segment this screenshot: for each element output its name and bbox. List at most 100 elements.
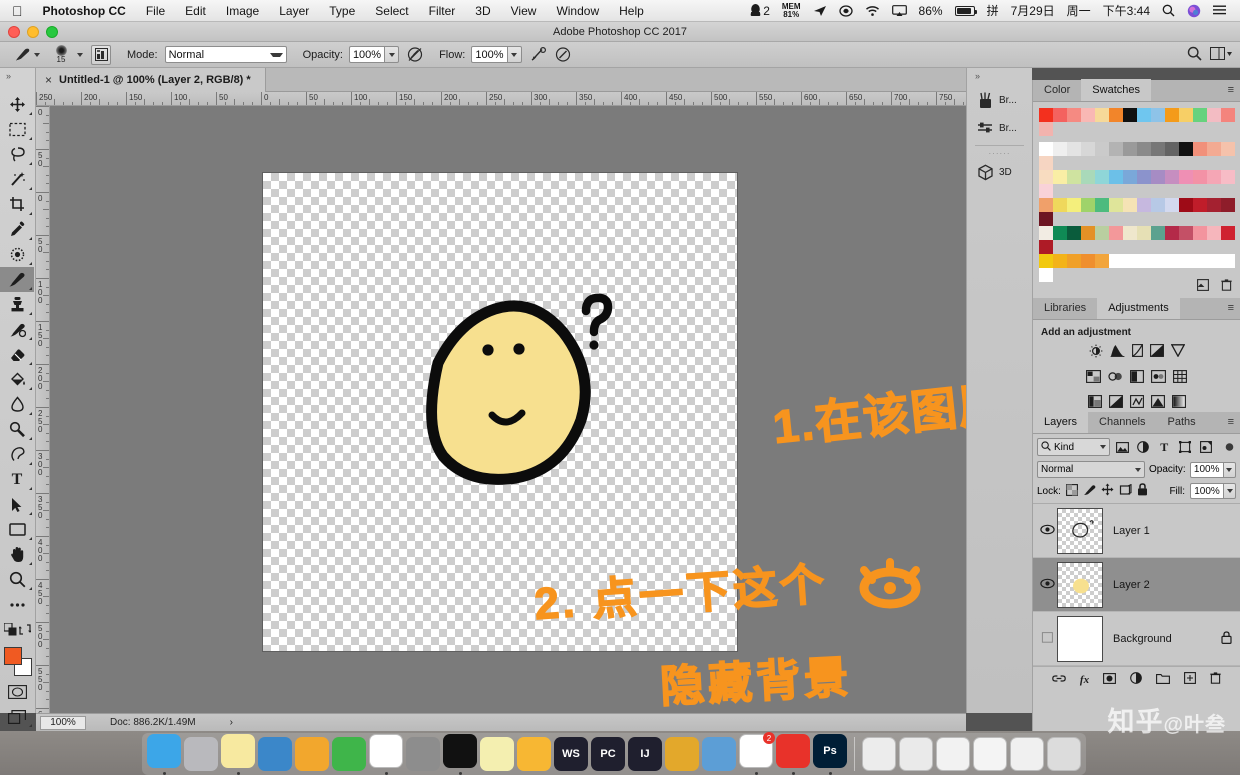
color-swatch[interactable] — [1165, 170, 1179, 184]
brush-settings-icon[interactable] — [91, 44, 111, 65]
new-fill-adjustment-icon[interactable] — [1130, 672, 1142, 687]
menu-edit[interactable]: Edit — [175, 0, 216, 22]
document-tab[interactable]: × Untitled-1 @ 100% (Layer 2, RGB/8) * — [36, 68, 266, 92]
shape-layers-filter-icon[interactable] — [1177, 438, 1194, 456]
tab-libraries[interactable]: Libraries — [1033, 297, 1097, 319]
color-swatch[interactable] — [1165, 142, 1179, 156]
siri-icon[interactable] — [1181, 4, 1207, 18]
layer-name[interactable]: Layer 1 — [1113, 525, 1150, 537]
color-swatch[interactable] — [1039, 198, 1053, 212]
layer-row-layer-2[interactable]: Layer 2 — [1033, 558, 1240, 612]
eye-icon[interactable] — [1037, 524, 1057, 538]
color-swatch[interactable] — [1039, 184, 1053, 198]
crop-tool[interactable] — [0, 192, 34, 217]
color-swatch[interactable] — [1123, 226, 1137, 240]
lock-transparency-icon[interactable] — [1065, 483, 1078, 499]
color-swatch[interactable] — [1193, 108, 1207, 122]
brushes-panel-icon[interactable]: Br... — [967, 86, 1032, 114]
color-swatch[interactable] — [1039, 226, 1053, 240]
close-window-button[interactable] — [8, 26, 20, 38]
hand-tool[interactable] — [0, 542, 34, 567]
brush-preset-picker[interactable]: 15 — [44, 42, 87, 68]
color-swatch[interactable] — [1123, 108, 1137, 122]
dock-numbers[interactable] — [332, 737, 366, 771]
delete-layer-icon[interactable] — [1210, 672, 1221, 687]
opacity-input[interactable]: 100% — [348, 46, 386, 63]
color-swatch[interactable] — [1137, 254, 1151, 268]
color-swatch[interactable] — [1109, 142, 1123, 156]
color-swatch[interactable] — [1137, 226, 1151, 240]
color-swatch[interactable] — [1039, 170, 1053, 184]
color-swatch[interactable] — [1109, 108, 1123, 122]
menu-view[interactable]: View — [501, 0, 547, 22]
tools-panel-grip[interactable]: » — [6, 71, 11, 81]
channel-mixer-icon[interactable] — [1173, 370, 1187, 388]
wifi-icon[interactable] — [859, 5, 886, 17]
brightness-contrast-icon[interactable] — [1089, 344, 1103, 363]
status-expand-icon[interactable]: › — [230, 717, 233, 728]
spotlight-search-icon[interactable] — [1156, 4, 1181, 17]
dock-webstorm[interactable]: WS — [554, 737, 588, 771]
dock-pycharm[interactable]: PC — [591, 737, 625, 771]
flow-dropdown-button[interactable] — [507, 46, 522, 63]
tab-paths[interactable]: Paths — [1157, 411, 1207, 433]
smart-object-filter-icon[interactable] — [1198, 438, 1215, 456]
color-swatch[interactable] — [1207, 108, 1221, 122]
panel-menu-icon[interactable]: ≡ — [1228, 417, 1234, 428]
close-icon[interactable]: × — [45, 73, 52, 87]
eye-icon-hidden[interactable] — [1037, 631, 1057, 646]
color-swatch[interactable] — [1039, 240, 1053, 254]
tab-layers[interactable]: Layers — [1033, 411, 1089, 433]
color-swatch[interactable] — [1039, 254, 1053, 268]
menu-layer[interactable]: Layer — [269, 0, 319, 22]
adjustment-layers-filter-icon[interactable] — [1135, 438, 1152, 456]
lock-image-pixels-icon[interactable] — [1083, 484, 1096, 499]
dock-terminal[interactable] — [443, 734, 477, 768]
color-swatch[interactable] — [1081, 198, 1095, 212]
menu-filter[interactable]: Filter — [419, 0, 466, 22]
color-swatch[interactable] — [1039, 212, 1053, 226]
zoom-window-button[interactable] — [46, 26, 58, 38]
color-swatch[interactable] — [1039, 122, 1053, 136]
vertical-ruler[interactable]: 050050100150200250300350400450500550600 — [36, 106, 50, 713]
edit-toolbar-tool[interactable] — [0, 592, 34, 617]
color-swatch[interactable] — [1053, 170, 1067, 184]
battery-percent[interactable]: 86% — [913, 0, 949, 22]
pixel-layers-filter-icon[interactable] — [1114, 438, 1131, 456]
tab-color[interactable]: Color — [1033, 79, 1081, 101]
battery-icon[interactable] — [949, 5, 981, 16]
layer-opacity-input[interactable]: 100% — [1189, 461, 1224, 478]
color-swatch[interactable] — [1221, 142, 1235, 156]
color-swatch[interactable] — [1067, 142, 1081, 156]
color-swatch[interactable] — [1207, 198, 1221, 212]
dock-minimized-window-2[interactable] — [899, 737, 933, 771]
foreground-color-swatch[interactable] — [4, 647, 22, 665]
chevron-down-icon[interactable] — [34, 52, 40, 57]
quick-mask-mode-icon[interactable] — [0, 679, 34, 704]
color-swatch[interactable] — [1193, 198, 1207, 212]
type-layers-filter-icon[interactable]: T — [1156, 438, 1173, 456]
pen-tool[interactable] — [0, 442, 34, 467]
color-swatch[interactable] — [1095, 170, 1109, 184]
menu-select[interactable]: Select — [365, 0, 418, 22]
color-swatch[interactable] — [1039, 108, 1053, 122]
brush-settings-panel-icon[interactable]: Br... — [967, 114, 1032, 142]
fill-input[interactable]: 100% — [1190, 483, 1224, 499]
color-swatch[interactable] — [1221, 254, 1235, 268]
color-swatch[interactable] — [1193, 226, 1207, 240]
color-swatch[interactable] — [1207, 226, 1221, 240]
rail-drag-handle[interactable]: ······ — [967, 149, 1032, 158]
zoom-tool[interactable] — [0, 567, 34, 592]
chevron-down-icon[interactable] — [1135, 467, 1141, 472]
new-swatch-icon[interactable] — [1197, 279, 1209, 294]
color-swatch[interactable] — [1151, 198, 1165, 212]
eraser-tool[interactable] — [0, 342, 34, 367]
dock-minimized-window-1[interactable] — [862, 737, 896, 771]
blend-mode-select[interactable]: Normal — [164, 46, 287, 63]
brush-tool[interactable] — [0, 267, 34, 292]
rectangle-tool[interactable] — [0, 517, 34, 542]
color-swatch[interactable] — [1165, 254, 1179, 268]
lock-artboard-icon[interactable] — [1119, 483, 1132, 499]
lock-position-icon[interactable] — [1101, 483, 1114, 499]
tab-adjustments[interactable]: Adjustments — [1097, 297, 1180, 319]
